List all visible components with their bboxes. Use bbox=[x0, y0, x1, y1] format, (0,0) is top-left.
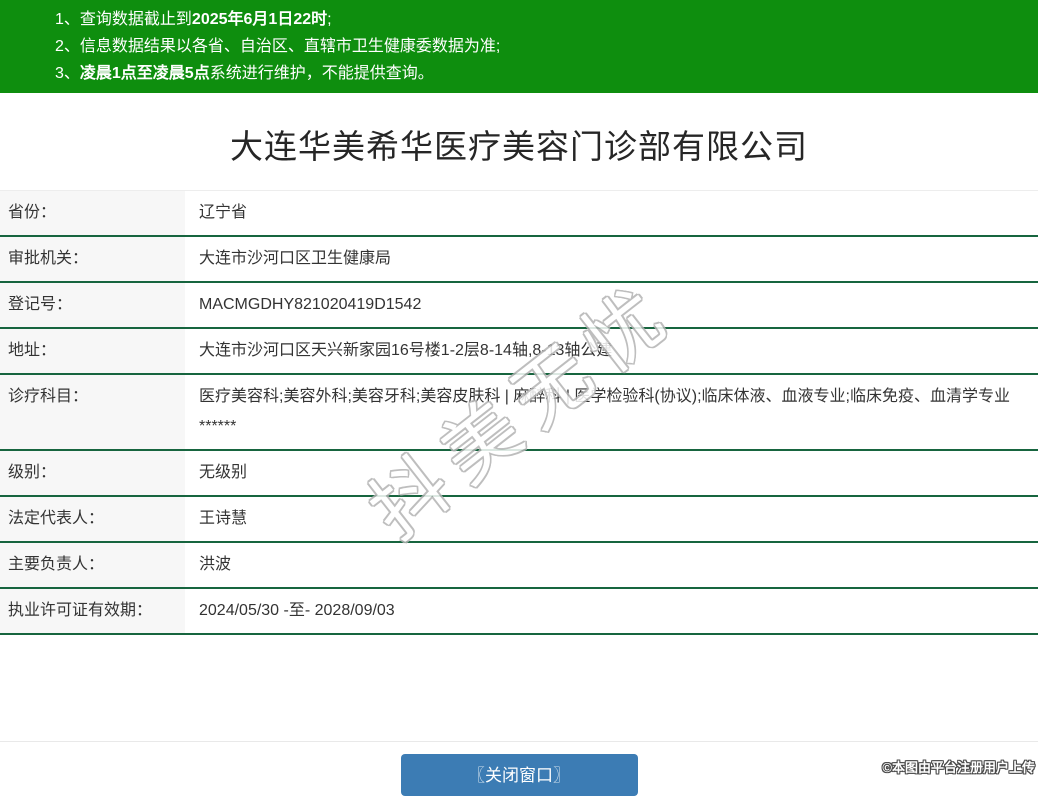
license-details-table: 省份： 辽宁省 审批机关： 大连市沙河口区卫生健康局 登记号： MACMGDHY… bbox=[0, 190, 1038, 635]
table-row-registration-number: 登记号： MACMGDHY821020419D1542 bbox=[0, 282, 1038, 329]
close-window-button[interactable]: 〖关闭窗口〗 bbox=[400, 754, 638, 796]
notice-line-1: 1、查询数据截止到2025年6月1日22时; bbox=[0, 6, 1038, 33]
table-row-principal: 主要负责人： 洪波 bbox=[0, 542, 1038, 589]
row-value: 王诗慧 bbox=[185, 496, 1038, 543]
table-row-province: 省份： 辽宁省 bbox=[0, 190, 1038, 237]
row-label: 主要负责人： bbox=[0, 542, 185, 589]
row-value-line1: 医疗美容科;美容外科;美容牙科;美容皮肤科 | 麻醉科 | 医学检验科(协议);… bbox=[199, 388, 1010, 405]
row-value: 无级别 bbox=[185, 450, 1038, 497]
row-label: 审批机关： bbox=[0, 236, 185, 283]
row-label: 执业许可证有效期： bbox=[0, 588, 185, 635]
row-label: 登记号： bbox=[0, 282, 185, 329]
table-row-license-validity: 执业许可证有效期： 2024/05/30 -至- 2028/09/03 bbox=[0, 588, 1038, 635]
table-row-medical-subjects: 诊疗科目： 医疗美容科;美容外科;美容牙科;美容皮肤科 | 麻醉科 | 医学检验… bbox=[0, 374, 1038, 451]
notice-line-2: 2、信息数据结果以各省、自治区、直辖市卫生健康委数据为准; bbox=[0, 33, 1038, 60]
row-value-line2: ****** bbox=[199, 418, 237, 435]
notice-text: 信息数据结果以各省、自治区、直辖市卫生健康委数据为准; bbox=[79, 38, 501, 55]
table-row-address: 地址： 大连市沙河口区天兴新家园16号楼1-2层8-14轴,8-13轴公建 bbox=[0, 328, 1038, 375]
notice-number: 1、 bbox=[55, 11, 80, 28]
notice-text: ; bbox=[327, 11, 332, 28]
row-label: 级别： bbox=[0, 450, 185, 497]
upload-note-watermark: ©本图由平台注册用户上传 bbox=[882, 760, 1035, 775]
notice-banner: 1、查询数据截止到2025年6月1日22时; 2、信息数据结果以各省、自治区、直… bbox=[0, 0, 1038, 93]
notice-text: 查询数据截止到 bbox=[79, 11, 192, 28]
table-row-legal-representative: 法定代表人： 王诗慧 bbox=[0, 496, 1038, 543]
notice-text: 系统进行维护，不能提供查询。 bbox=[209, 65, 434, 82]
row-value: 大连市沙河口区卫生健康局 bbox=[185, 236, 1038, 283]
row-label: 诊疗科目： bbox=[0, 374, 185, 451]
row-value: 大连市沙河口区天兴新家园16号楼1-2层8-14轴,8-13轴公建 bbox=[185, 328, 1038, 375]
notice-text-bold: 凌晨1点至凌晨5点 bbox=[79, 65, 210, 82]
row-value: MACMGDHY821020419D1542 bbox=[185, 282, 1038, 329]
table-row-level: 级别： 无级别 bbox=[0, 450, 1038, 497]
notice-number: 2、 bbox=[55, 38, 80, 55]
whitespace-spacer bbox=[0, 635, 1038, 741]
notice-number: 3、 bbox=[55, 65, 80, 82]
row-value: 2024/05/30 -至- 2028/09/03 bbox=[185, 588, 1038, 635]
table-row-approval-authority: 审批机关： 大连市沙河口区卫生健康局 bbox=[0, 236, 1038, 283]
row-value: 辽宁省 bbox=[185, 190, 1038, 237]
page-title: 大连华美希华医疗美容门诊部有限公司 bbox=[230, 128, 808, 165]
row-label: 省份： bbox=[0, 190, 185, 237]
row-value: 医疗美容科;美容外科;美容牙科;美容皮肤科 | 麻醉科 | 医学检验科(协议);… bbox=[185, 374, 1038, 451]
row-label: 地址： bbox=[0, 328, 185, 375]
notice-line-3: 3、凌晨1点至凌晨5点系统进行维护，不能提供查询。 bbox=[0, 60, 1038, 87]
notice-text-bold: 2025年6月1日22时 bbox=[191, 11, 328, 28]
row-value: 洪波 bbox=[185, 542, 1038, 589]
row-label: 法定代表人： bbox=[0, 496, 185, 543]
